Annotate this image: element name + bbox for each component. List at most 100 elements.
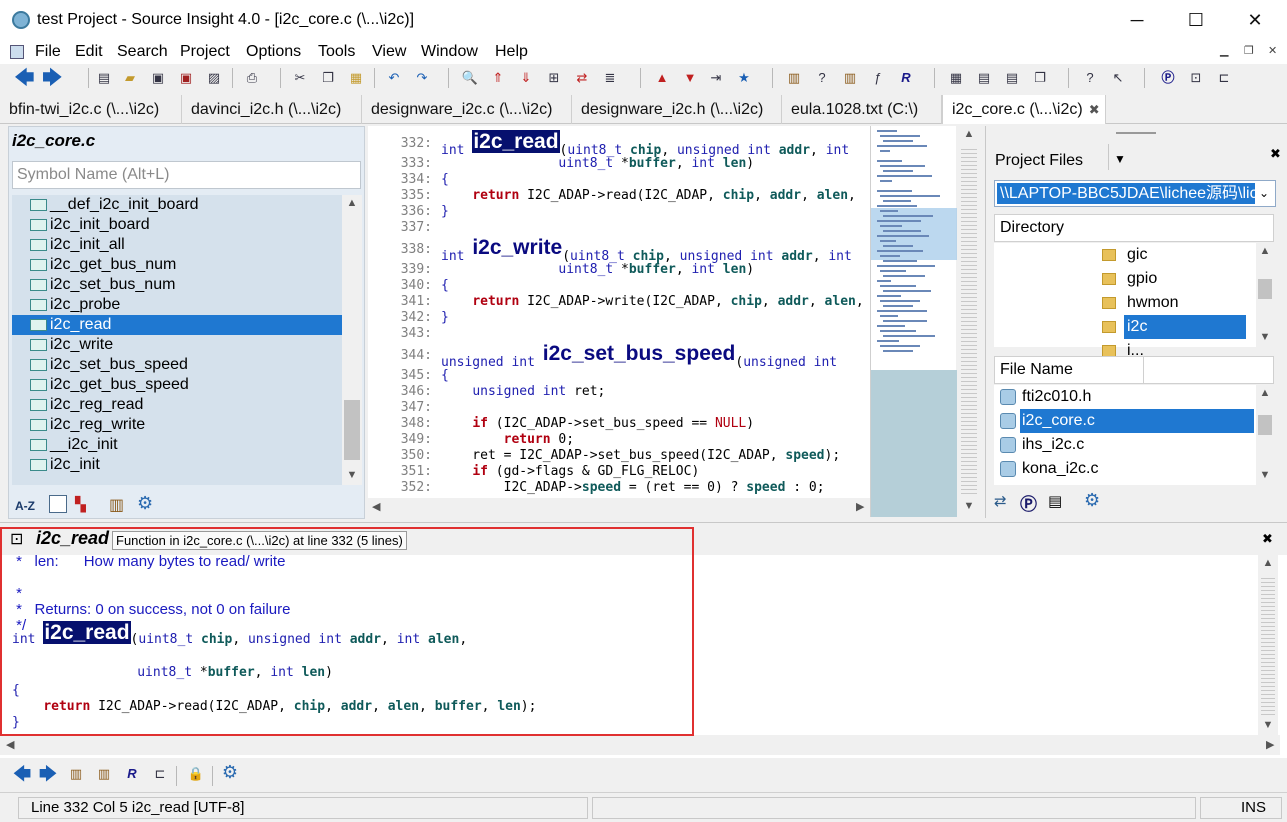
- print-icon[interactable]: ⎙: [242, 68, 262, 88]
- directory-item[interactable]: gic: [994, 243, 1256, 267]
- chevron-down-icon[interactable]: ⌄: [1259, 186, 1269, 200]
- tab-bfin-twi-i2c[interactable]: bfin-twi_i2c.c (\...\i2c): [0, 95, 182, 124]
- panel-close-icon[interactable]: ✖: [1270, 146, 1281, 162]
- copy-icon[interactable]: ❐: [318, 68, 338, 88]
- code-overview-minimap[interactable]: [870, 126, 957, 517]
- project-path-dropdown[interactable]: \\LAPTOP-BBC5JDAE\lichee源码\lic ⌄: [994, 180, 1276, 207]
- scroll-thumb[interactable]: [1258, 279, 1272, 299]
- symbol-list-item[interactable]: i2c_read: [12, 315, 342, 335]
- menu-view[interactable]: View: [372, 43, 406, 61]
- symbol-list-item[interactable]: i2c_init_board: [12, 215, 342, 235]
- maximize-button[interactable]: ☐: [1183, 8, 1209, 32]
- bookmark-prev-icon[interactable]: ▲: [652, 68, 672, 88]
- symbol-list-scrollbar[interactable]: ▲ ▼: [342, 195, 362, 485]
- redo-icon[interactable]: ↷: [412, 68, 432, 88]
- menu-edit[interactable]: Edit: [75, 43, 103, 61]
- lookup-references-icon[interactable]: ≣: [600, 68, 620, 88]
- directory-item[interactable]: gpio: [994, 267, 1256, 291]
- symbol-list-item[interactable]: i2c_reg_write: [12, 415, 342, 435]
- undo-icon[interactable]: ↶: [384, 68, 404, 88]
- tab-designware-i2c-h[interactable]: designware_i2c.h (\...\i2c): [572, 95, 782, 124]
- symbol-info-icon[interactable]: ▥: [66, 764, 86, 784]
- tab-eula[interactable]: eula.1028.txt (C:\): [782, 95, 942, 124]
- layout-4-icon[interactable]: ❐: [1030, 68, 1050, 88]
- doc-minimize-icon[interactable]: ▁: [1220, 44, 1228, 57]
- search-files-icon[interactable]: ⊞: [544, 68, 564, 88]
- context-horizontal-scrollbar[interactable]: ◀ ▶: [0, 735, 1280, 755]
- menu-search[interactable]: Search: [117, 43, 168, 61]
- symbol-list-item[interactable]: i2c_get_bus_speed: [12, 375, 342, 395]
- file-item[interactable]: fti2c010.h: [994, 385, 1256, 409]
- scroll-left-icon[interactable]: ◀: [6, 738, 14, 751]
- scroll-left-icon[interactable]: ◀: [372, 500, 380, 513]
- menu-project[interactable]: Project: [180, 43, 230, 61]
- doc-menu-icon[interactable]: [10, 45, 24, 59]
- menu-tools[interactable]: Tools: [318, 43, 355, 61]
- directory-item[interactable]: hwmon: [994, 291, 1256, 315]
- symbol-list-item[interactable]: i2c_write: [12, 335, 342, 355]
- chevron-down-icon[interactable]: ▼: [1114, 152, 1126, 166]
- relation-icon[interactable]: R: [896, 68, 916, 88]
- pointer-help-icon[interactable]: ↖: [1108, 68, 1128, 88]
- code-editor[interactable]: 332: int i2c_read(uint8_t chip, unsigned …: [368, 126, 870, 502]
- scroll-right-icon[interactable]: ▶: [856, 500, 864, 513]
- scroll-down-icon[interactable]: ▼: [1258, 719, 1278, 731]
- minimize-button[interactable]: ─: [1124, 8, 1150, 32]
- bookmark-icon[interactable]: ★: [734, 68, 754, 88]
- cut-icon[interactable]: ✂: [290, 68, 310, 88]
- back-icon[interactable]: 🡄: [12, 764, 32, 784]
- file-list-scrollbar[interactable]: ▲ ▼: [1256, 385, 1274, 485]
- context-close-icon[interactable]: ✖: [1262, 531, 1273, 547]
- project-icon[interactable]: Ⓟ: [1020, 490, 1037, 515]
- editor-horizontal-scrollbar[interactable]: ◀ ▶: [368, 498, 870, 516]
- file-list-view-icon[interactable]: ▤: [1048, 492, 1062, 510]
- symbol-search-input[interactable]: Symbol Name (Alt+L): [12, 161, 361, 189]
- directory-scrollbar[interactable]: ▲ ▼: [1256, 243, 1274, 347]
- open-folder-icon[interactable]: ▰: [120, 68, 140, 88]
- book-icon[interactable]: ▥: [109, 495, 124, 515]
- project-files-icon[interactable]: ⇄: [994, 492, 1007, 510]
- layout-3-icon[interactable]: ▤: [1002, 68, 1022, 88]
- panel-grip[interactable]: [1116, 132, 1156, 134]
- close-file-icon[interactable]: ▨: [204, 68, 224, 88]
- symbol-list-item[interactable]: __def_i2c_init_board: [12, 195, 342, 215]
- list-view-icon[interactable]: [49, 495, 67, 513]
- scroll-up-icon[interactable]: ▲: [1256, 245, 1274, 257]
- lock-icon[interactable]: 🔒: [186, 764, 206, 784]
- symbol-list-item[interactable]: i2c_init: [12, 455, 342, 475]
- save-icon[interactable]: ▣: [148, 68, 168, 88]
- settings-gear-icon[interactable]: ⚙: [1084, 490, 1100, 511]
- symbol-list-item[interactable]: i2c_set_bus_num: [12, 275, 342, 295]
- context-help-icon[interactable]: ?: [1080, 68, 1100, 88]
- doc-close-icon[interactable]: ✕: [1268, 44, 1277, 57]
- tab-i2c-core[interactable]: i2c_core.c (\...\i2c) ✖: [942, 95, 1106, 124]
- scroll-down-icon[interactable]: ▼: [1256, 331, 1274, 343]
- search-down-icon[interactable]: ⇓: [516, 68, 536, 88]
- menu-options[interactable]: Options: [246, 43, 301, 61]
- tab-designware-i2c-c[interactable]: designware_i2c.c (\...\i2c): [362, 95, 572, 124]
- tree-icon[interactable]: ⊏: [1214, 68, 1234, 88]
- search-icon[interactable]: 🔍: [460, 68, 480, 88]
- editor-vertical-scrollbar[interactable]: ▲ ▼: [958, 126, 980, 517]
- tab-close-icon[interactable]: ✖: [1089, 102, 1100, 117]
- context-code[interactable]: * len: How many bytes to read/ write * *…: [0, 553, 1255, 735]
- scroll-down-icon[interactable]: ▼: [342, 469, 362, 481]
- scroll-right-icon[interactable]: ▶: [1266, 738, 1274, 751]
- doc-restore-icon[interactable]: ❐: [1244, 44, 1254, 57]
- forward-icon[interactable]: 🡆: [42, 68, 63, 88]
- new-file-icon[interactable]: ▤: [94, 68, 114, 88]
- function-icon[interactable]: ƒ: [868, 68, 888, 88]
- file-item[interactable]: kona_i2c.c: [994, 457, 1256, 481]
- settings-gear-icon[interactable]: ⚙: [220, 762, 240, 782]
- scroll-down-icon[interactable]: ▼: [958, 500, 980, 512]
- symbol-list-item[interactable]: __i2c_init: [12, 435, 342, 455]
- symbol-list-item[interactable]: i2c_probe: [12, 295, 342, 315]
- project-icon[interactable]: Ⓟ: [1158, 68, 1178, 88]
- scroll-thumb[interactable]: [1258, 415, 1272, 435]
- symbol-window-icon[interactable]: ⊡: [1186, 68, 1206, 88]
- menu-window[interactable]: Window: [421, 43, 478, 61]
- paste-icon[interactable]: ▦: [346, 68, 366, 88]
- jump-icon[interactable]: ⇥: [706, 68, 726, 88]
- scroll-up-icon[interactable]: ▲: [342, 197, 362, 209]
- symbol-info-icon[interactable]: ▥: [784, 68, 804, 88]
